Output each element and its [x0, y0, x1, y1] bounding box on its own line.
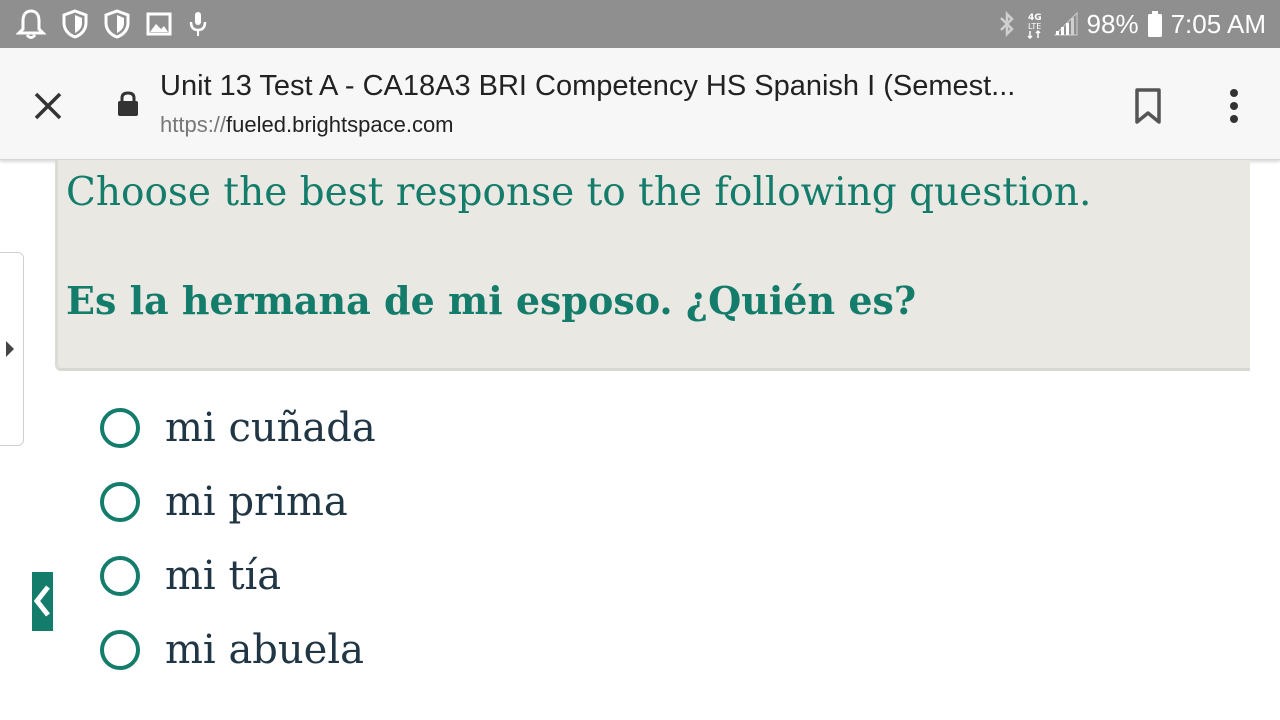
chevron-left-icon — [33, 585, 50, 617]
answer-label: mi cuñada — [165, 405, 376, 451]
signal-icon — [1053, 11, 1079, 37]
microphone-icon — [188, 10, 208, 38]
bookmark-button[interactable] — [1130, 84, 1166, 128]
chevron-right-icon — [6, 341, 14, 357]
close-tab-button[interactable] — [28, 86, 68, 126]
overflow-menu-button[interactable] — [1214, 84, 1254, 128]
status-right-icons: 4G LTE 98% 7:05 AM — [997, 9, 1266, 40]
page-title[interactable]: Unit 13 Test A - CA18A3 BRI Competency H… — [160, 70, 1090, 103]
bluetooth-icon — [997, 10, 1017, 38]
status-bar: 4G LTE 98% 7:05 AM — [0, 0, 1280, 48]
shield-icon — [62, 9, 88, 39]
battery-percent: 98% — [1086, 8, 1139, 39]
answer-label: mi prima — [165, 479, 348, 525]
answer-label: mi abuela — [165, 627, 364, 673]
more-vert-icon — [1230, 89, 1238, 123]
image-icon — [146, 12, 172, 36]
answer-option[interactable]: mi tía — [100, 546, 281, 606]
previous-question-button[interactable] — [32, 572, 53, 631]
browser-toolbar: Unit 13 Test A - CA18A3 BRI Competency H… — [0, 48, 1280, 160]
close-icon — [34, 92, 62, 120]
notification-bell-icon — [16, 8, 46, 40]
question-panel: Choose the best response to the followin… — [55, 160, 1250, 371]
shield-icon — [104, 9, 130, 39]
answer-option[interactable]: mi abuela — [100, 620, 364, 680]
svg-text:LTE: LTE — [1028, 22, 1041, 31]
question-prompt: Es la hermana de mi esposo. ¿Quién es? — [66, 278, 917, 323]
page-url[interactable]: https://fueled.brightspace.com — [160, 112, 454, 138]
status-left-icons — [16, 8, 208, 40]
lock-icon — [117, 91, 139, 122]
4g-lte-icon: 4G LTE — [1025, 9, 1045, 39]
clock: 7:05 AM — [1170, 8, 1266, 39]
bookmark-icon — [1135, 88, 1161, 124]
question-instruction: Choose the best response to the followin… — [66, 170, 1092, 215]
answer-option[interactable]: mi cuñada — [100, 398, 376, 458]
answer-label: mi tía — [165, 553, 282, 599]
side-panel-toggle[interactable] — [0, 252, 24, 446]
radio-button[interactable] — [100, 630, 140, 670]
url-scheme: https:// — [160, 112, 227, 137]
radio-button[interactable] — [100, 556, 140, 596]
url-host: fueled.brightspace.com — [226, 112, 454, 137]
radio-button[interactable] — [100, 482, 140, 522]
radio-button[interactable] — [100, 408, 140, 448]
battery-icon — [1147, 10, 1163, 38]
answer-option[interactable]: mi prima — [100, 472, 348, 532]
